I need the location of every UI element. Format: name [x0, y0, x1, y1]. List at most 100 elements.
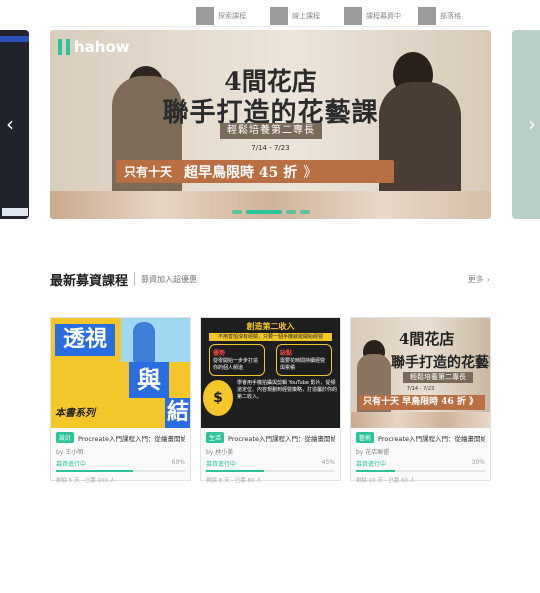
- funding-status: 募資進行中: [356, 461, 387, 468]
- course-author: by 王小明: [56, 449, 84, 456]
- course-title[interactable]: Procreate入門課程入門：從繪畫開始的: [228, 433, 335, 443]
- thumbnail-text: 與: [129, 362, 169, 398]
- nav-icon: [418, 7, 436, 25]
- course-title[interactable]: Procreate入門課程入門：從繪畫開始的: [78, 433, 185, 443]
- funding-percent: 45%: [321, 459, 335, 466]
- progress-fill: [56, 470, 134, 472]
- thumbnail-header: 創造第二收入: [246, 322, 295, 331]
- carousel-indicators: [50, 210, 491, 214]
- nav-item-label: 線上課程: [292, 12, 320, 20]
- nav-item-crowdfunding[interactable]: 課程募資中: [344, 6, 418, 26]
- thumbnail-promo: 只有十天 早鳥限時 46 折 》: [359, 395, 485, 410]
- funding-percent: 30%: [471, 459, 485, 466]
- thumbnail-subtitle: 輕鬆培養第二專長: [403, 372, 473, 383]
- carousel-dot-active[interactable]: [245, 210, 282, 214]
- promo-text: 超早鳥限時 45 折: [184, 164, 298, 181]
- top-nav: 探索課程 線上課程 課程募資中 部落格: [196, 6, 492, 26]
- card-footer: 剩餘 8 天 · 已募 80 人: [206, 478, 262, 484]
- card-footer: 剩餘 10 天 · 已募 60 人: [356, 478, 416, 484]
- nav-item-label: 部落格: [440, 12, 461, 20]
- nav-item-explore[interactable]: 探索課程: [196, 6, 270, 26]
- section-header: 最新募資課程 募資加入超優惠 更多 ›: [50, 270, 490, 289]
- chevron-right-icon: ›: [486, 274, 490, 284]
- progress-bar: [56, 470, 185, 472]
- card-footer: 剩餘 5 天 · 已募 100 人: [56, 478, 116, 484]
- carousel-dot[interactable]: [231, 210, 242, 214]
- logo-mark-icon: [58, 39, 70, 55]
- course-card[interactable]: 透視 與 結 本書系列 設計 Procreate入門課程入門：從繪畫開始的 by…: [50, 317, 191, 484]
- thumbnail-band: 不用害怕沒有經驗，只要一個手機就能開始經營: [209, 333, 332, 341]
- course-card-list: 透視 與 結 本書系列 設計 Procreate入門課程入門：從繪畫開始的 by…: [50, 317, 491, 484]
- banner-carousel: ‹ hahow 4間花店 聯手打造的花藝課 輕鬆培養第二專長 7/14 - 7/…: [0, 30, 540, 219]
- section-subtitle: 募資加入超優惠: [141, 274, 198, 284]
- box-title: 缺點: [280, 350, 293, 357]
- banner-subtitle: 輕鬆培養第二專長: [220, 123, 322, 139]
- promo-bubble: 只有十天: [124, 165, 173, 179]
- funding-status: 募資進行中: [206, 461, 237, 468]
- money-coin-icon: $: [203, 380, 233, 416]
- banner-promo[interactable]: 只有十天 超早鳥限時 45 折 》: [116, 160, 394, 183]
- thumbnail-body: 學會用手機拍攝與剪輯 YouTube 影片，從頻道定位、內容規劃到經營策略，打造…: [237, 380, 338, 400]
- category-tag: 設計: [56, 432, 75, 443]
- logo-text: hahow: [74, 38, 130, 56]
- progress-fill: [356, 470, 395, 472]
- box-title: 優勢: [213, 350, 226, 357]
- course-info: 藝術 Procreate入門課程入門：從繪畫開始的 by 花店聯盟 募資進行中 …: [351, 428, 490, 484]
- course-info: 生活 Procreate入門課程入門：從繪畫開始的 by 林小美 募資進行中 4…: [201, 428, 340, 484]
- divider: [134, 272, 136, 286]
- progress-fill: [206, 470, 265, 472]
- funding-status: 募資進行中: [56, 461, 87, 468]
- carousel-dot[interactable]: [285, 210, 296, 214]
- flower-decoration: [50, 191, 491, 219]
- thumbnail-signature: 本書系列: [55, 408, 95, 419]
- featured-banner[interactable]: hahow 4間花店 聯手打造的花藝課 輕鬆培養第二專長 7/14 - 7/23…: [50, 30, 491, 219]
- nav-icon: [270, 7, 288, 25]
- course-card[interactable]: 4間花店 聯手打造的花藝課 輕鬆培養第二專長 7/14 - 7/23 只有十天 …: [350, 317, 491, 484]
- course-author: by 花店聯盟: [356, 449, 390, 456]
- chevron-left-icon[interactable]: ‹: [6, 112, 14, 136]
- thumbnail-art: 創造第二收入 不用害怕沒有經驗，只要一個手機就能開始經營 優勢 從零開始一步步打…: [201, 318, 340, 428]
- brand-logo: hahow: [58, 38, 130, 56]
- progress-bar: [356, 470, 485, 472]
- course-info: 設計 Procreate入門課程入門：從繪畫開始的 by 王小明 募資進行中 6…: [51, 428, 190, 484]
- carousel-dot[interactable]: [299, 210, 310, 214]
- thumbnail-art: 4間花店 聯手打造的花藝課 輕鬆培養第二專長 7/14 - 7/23 只有十天 …: [351, 318, 490, 428]
- nav-icon: [344, 7, 362, 25]
- thumbnail-date: 7/14 - 7/23: [406, 386, 435, 392]
- thumbnail-sky: [121, 318, 190, 362]
- banner-date: 7/14 - 7/23: [251, 144, 290, 152]
- thumbnail-box: 缺點 需要花時間持續經營與累積: [276, 344, 332, 376]
- funding-percent: 60%: [171, 459, 185, 466]
- thumbnail-title: 聯手打造的花藝課: [391, 355, 490, 371]
- divider: [50, 26, 490, 27]
- course-card[interactable]: 創造第二收入 不用害怕沒有經驗，只要一個手機就能開始經營 優勢 從零開始一步步打…: [200, 317, 341, 484]
- course-thumbnail: 透視 與 結 本書系列: [51, 318, 190, 428]
- category-tag: 生活: [206, 432, 225, 443]
- nav-item-label: 探索課程: [218, 12, 246, 20]
- thumbnail-title: 4間花店: [399, 330, 455, 348]
- double-chevron-right-icon: 》: [303, 164, 318, 181]
- nav-item-label: 課程募資中: [366, 12, 401, 20]
- course-thumbnail: 創造第二收入 不用害怕沒有經驗，只要一個手機就能開始經營 優勢 從零開始一步步打…: [201, 318, 340, 428]
- category-tag: 藝術: [356, 432, 375, 443]
- thumbnail-text: 透視: [55, 324, 115, 356]
- more-link[interactable]: 更多 ›: [468, 274, 490, 285]
- box-text: 從零開始一步步打造你的個人頻道: [213, 358, 259, 371]
- box-text: 需要花時間持續經營與累積: [280, 358, 326, 371]
- course-title[interactable]: Procreate入門課程入門：從繪畫開始的: [378, 433, 485, 443]
- thumbnail-box: 優勢 從零開始一步步打造你的個人頻道: [209, 344, 265, 376]
- section-title: 最新募資課程: [50, 273, 129, 289]
- flower-decoration: [351, 412, 490, 428]
- nav-item-online-courses[interactable]: 線上課程: [270, 6, 344, 26]
- course-thumbnail: 4間花店 聯手打造的花藝課 輕鬆培養第二專長 7/14 - 7/23 只有十天 …: [351, 318, 490, 428]
- chevron-right-icon[interactable]: ›: [528, 112, 536, 136]
- preview-chip: [2, 208, 28, 216]
- thumbnail-art: 透視 與 結 本書系列: [51, 318, 190, 428]
- thumbnail-text: 結: [165, 398, 190, 428]
- progress-bar: [206, 470, 335, 472]
- preview-stripe: [0, 36, 29, 42]
- more-label: 更多: [467, 274, 484, 284]
- nav-icon: [196, 7, 214, 25]
- nav-item-blog[interactable]: 部落格: [418, 6, 492, 26]
- prev-slide-preview[interactable]: [0, 30, 29, 219]
